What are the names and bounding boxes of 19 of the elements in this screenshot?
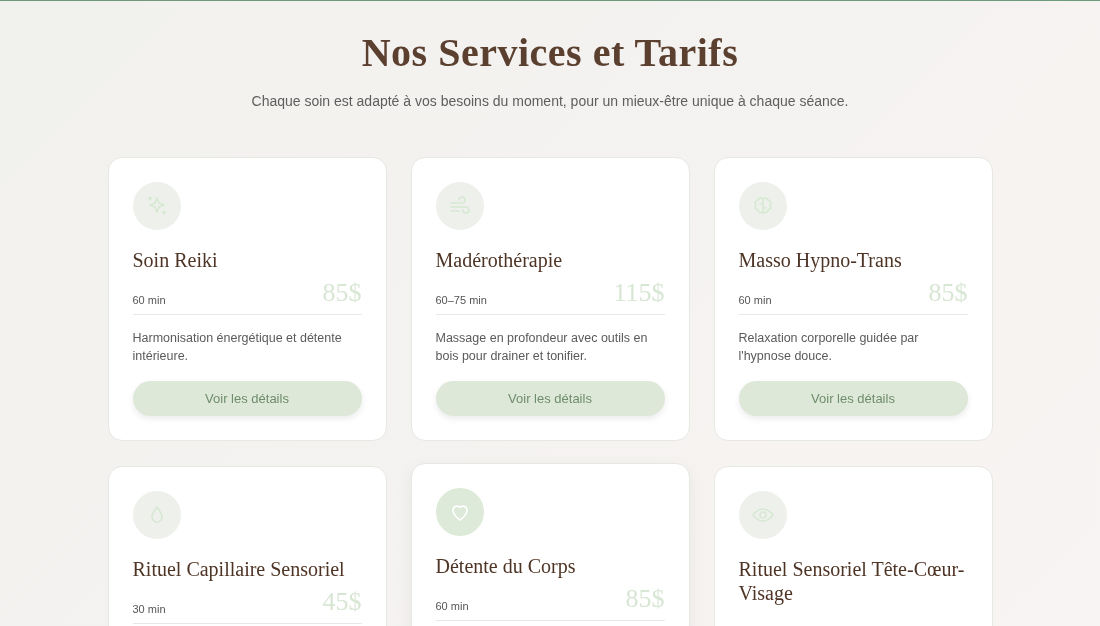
service-name: Masso Hypno-Trans (738, 248, 903, 272)
details-button[interactable]: Voir les détails (132, 381, 362, 416)
service-name: Rituel Capillaire Sensoriel (132, 557, 346, 581)
service-description: Harmonisation énergétique et détente intérieure. (132, 330, 343, 365)
service-duration: 60 min (738, 294, 772, 306)
service-name: Détente du Corps (435, 554, 577, 578)
service-name: Soin Reiki (132, 248, 219, 272)
service-duration: 60–75 min (435, 294, 487, 306)
service-duration: 60 min (435, 600, 469, 612)
service-duration: 30 min (132, 603, 166, 615)
service-name: Rituel Sensoriel Tête-Cœur-Visage (738, 557, 966, 605)
service-description: Massage en profondeur avec outils en bois pour drainer et tonifier. (435, 330, 649, 365)
service-name: Madérothérapie (435, 248, 564, 272)
page-title: Nos Services et Tarifs (360, 29, 740, 76)
service-description: Relaxation corporelle guidée par l'hypnose douce. (738, 330, 920, 365)
details-button[interactable]: Voir les détails (738, 381, 968, 416)
service-duration: 60 min (132, 294, 166, 306)
details-button[interactable]: Voir les détails (435, 381, 665, 416)
page-subtitle: Chaque soin est adapté à vos besoins du moment, pour un mieux-être unique à chaque séance. (250, 93, 850, 109)
